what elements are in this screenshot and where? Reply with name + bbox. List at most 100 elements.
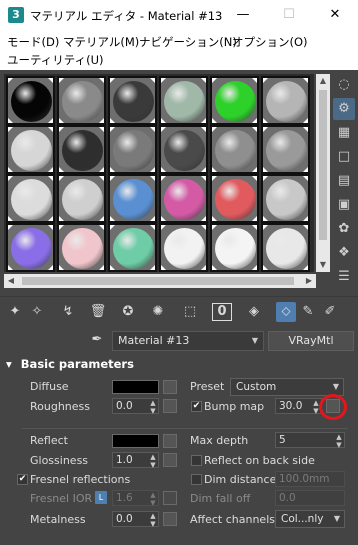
reflect-color-swatch[interactable]: [112, 434, 159, 448]
material-id-channel-icon[interactable]: ⬚: [180, 302, 200, 322]
make-preview-icon[interactable]: ▣: [333, 194, 355, 216]
rollout-header[interactable]: ▾ Basic parameters: [6, 357, 356, 373]
material-sphere-preview: [11, 130, 52, 171]
sample-slot[interactable]: [6, 76, 55, 125]
material-name-field[interactable]: Material #13 ▼: [112, 331, 264, 351]
go-forward-sibling-icon[interactable]: ✐: [320, 302, 340, 322]
horizontal-scroll-thumb[interactable]: [22, 277, 294, 285]
metalness-spinner[interactable]: 0.0 ▲▼: [112, 511, 159, 528]
sample-slot[interactable]: [6, 125, 55, 174]
max-depth-spinner[interactable]: 5 ▲▼: [275, 432, 345, 449]
sample-slot[interactable]: [6, 223, 55, 272]
spinner-arrows-icon[interactable]: ▲▼: [312, 399, 320, 415]
show-shaded-icon[interactable]: ◈: [244, 302, 264, 322]
roughness-spinner[interactable]: 0.0 ▲▼: [112, 398, 159, 415]
scroll-up-arrow[interactable]: ▲: [316, 74, 330, 88]
sample-slot[interactable]: [261, 174, 310, 223]
reflect-map-button[interactable]: [163, 434, 177, 448]
spinner-arrows-icon[interactable]: ▲▼: [149, 491, 157, 507]
sample-slot[interactable]: [159, 125, 208, 174]
sample-slot[interactable]: [261, 125, 310, 174]
show-end-result-icon[interactable]: ⬦: [276, 302, 296, 322]
material-type-button[interactable]: VRayMtl: [268, 331, 354, 351]
chevron-down-icon[interactable]: ▼: [252, 332, 258, 350]
spinner-arrows-icon[interactable]: ▲▼: [149, 399, 157, 415]
eyedropper-icon[interactable]: ✒: [89, 332, 105, 348]
sample-slot[interactable]: [159, 76, 208, 125]
options-icon[interactable]: ✿: [333, 218, 355, 240]
make-unique-icon[interactable]: ✪: [118, 302, 138, 322]
uv-tiling-icon[interactable]: □: [333, 146, 355, 168]
sample-slot[interactable]: [210, 76, 259, 125]
background-icon[interactable]: ▦: [333, 122, 355, 144]
sample-slot[interactable]: [159, 223, 208, 272]
metalness-map-button[interactable]: [163, 512, 177, 526]
minimize-button[interactable]: —: [220, 0, 266, 30]
sample-slot[interactable]: [210, 223, 259, 272]
sample-slot[interactable]: [261, 223, 310, 272]
menu-utilities[interactable]: ユーティリティ(U): [7, 52, 104, 68]
backlight-icon[interactable]: ⚙: [333, 98, 355, 120]
material-id-zero-icon[interactable]: 0: [212, 303, 232, 321]
dim-distance-spinner[interactable]: 100.0mm: [275, 471, 345, 487]
sample-type-icon[interactable]: ◌: [333, 74, 355, 96]
diffuse-color-swatch[interactable]: [112, 380, 159, 394]
scroll-left-arrow[interactable]: ◀: [4, 274, 18, 288]
menu-material[interactable]: マテリアル(M): [63, 34, 139, 50]
menu-options[interactable]: オプション(O): [232, 34, 308, 50]
sample-slot[interactable]: [159, 174, 208, 223]
glossiness-map-button[interactable]: [163, 453, 177, 467]
fresnel-ior-lock-button[interactable]: L: [95, 491, 107, 504]
sample-slot[interactable]: [108, 125, 157, 174]
maximize-button[interactable]: ☐: [266, 0, 312, 30]
sample-slot[interactable]: [210, 174, 259, 223]
vertical-scroll-thumb[interactable]: [319, 90, 327, 240]
menu-navigation[interactable]: ナビゲーション(N): [139, 34, 237, 50]
select-by-material-icon[interactable]: ❖: [333, 242, 355, 264]
get-material-icon[interactable]: ✦: [5, 302, 25, 322]
diffuse-map-button[interactable]: [163, 380, 177, 394]
scroll-right-arrow[interactable]: ▶: [302, 274, 316, 288]
bump-amount-spinner[interactable]: 30.0 ▲▼: [275, 398, 322, 415]
spinner-arrows-icon[interactable]: ▲▼: [149, 453, 157, 469]
reflect-back-side-checkbox[interactable]: [191, 455, 202, 466]
scroll-down-arrow[interactable]: ▼: [316, 258, 330, 272]
go-to-parent-icon[interactable]: ✎: [298, 302, 318, 322]
horizontal-scrollbar[interactable]: ◀ ▶: [4, 274, 316, 288]
roughness-map-button[interactable]: [163, 399, 177, 413]
glossiness-spinner[interactable]: 1.0 ▲▼: [112, 452, 159, 469]
fresnel-reflections-checkbox[interactable]: ✔: [17, 474, 28, 485]
spinner-arrows-icon[interactable]: ▲▼: [335, 433, 343, 449]
spinner-arrows-icon[interactable]: ▲▼: [149, 512, 157, 528]
fresnel-ior-spinner[interactable]: 1.6 ▲▼: [112, 490, 159, 507]
sample-slot[interactable]: [57, 174, 106, 223]
sample-slot[interactable]: [57, 125, 106, 174]
slot-corner-marker: [303, 127, 308, 132]
put-to-library-icon[interactable]: ✺: [148, 302, 168, 322]
vertical-scrollbar[interactable]: ▲ ▼: [316, 74, 330, 272]
bump-map-checkbox[interactable]: ✔: [191, 401, 202, 412]
sample-slot[interactable]: [108, 76, 157, 125]
delete-icon[interactable]: 🗑: [88, 302, 108, 322]
sample-slot[interactable]: [57, 223, 106, 272]
assign-material-icon[interactable]: ↯: [58, 302, 78, 322]
affect-channels-dropdown[interactable]: Col...nly ▼: [275, 510, 345, 528]
slot-corner-marker: [263, 118, 268, 123]
slot-corner-marker: [99, 225, 104, 230]
sample-slot[interactable]: [261, 76, 310, 125]
close-button[interactable]: ✕: [312, 0, 358, 30]
video-color-check-icon[interactable]: ▤: [333, 170, 355, 192]
dim-falloff-spinner[interactable]: 0.0: [275, 490, 345, 506]
fresnel-ior-map-button[interactable]: [163, 491, 177, 505]
menu-mode[interactable]: モード(D): [7, 34, 59, 50]
put-material-icon[interactable]: ✧: [27, 302, 47, 322]
material-map-navigator-icon[interactable]: ☰: [333, 266, 355, 288]
sample-slot[interactable]: [210, 125, 259, 174]
sample-slot[interactable]: [108, 174, 157, 223]
sample-slot[interactable]: [6, 174, 55, 223]
preset-dropdown[interactable]: Custom ▼: [230, 378, 344, 396]
dim-distance-checkbox[interactable]: [191, 474, 202, 485]
sample-slot[interactable]: [57, 76, 106, 125]
rollout-title: Basic parameters: [20, 357, 134, 371]
sample-slot[interactable]: [108, 223, 157, 272]
